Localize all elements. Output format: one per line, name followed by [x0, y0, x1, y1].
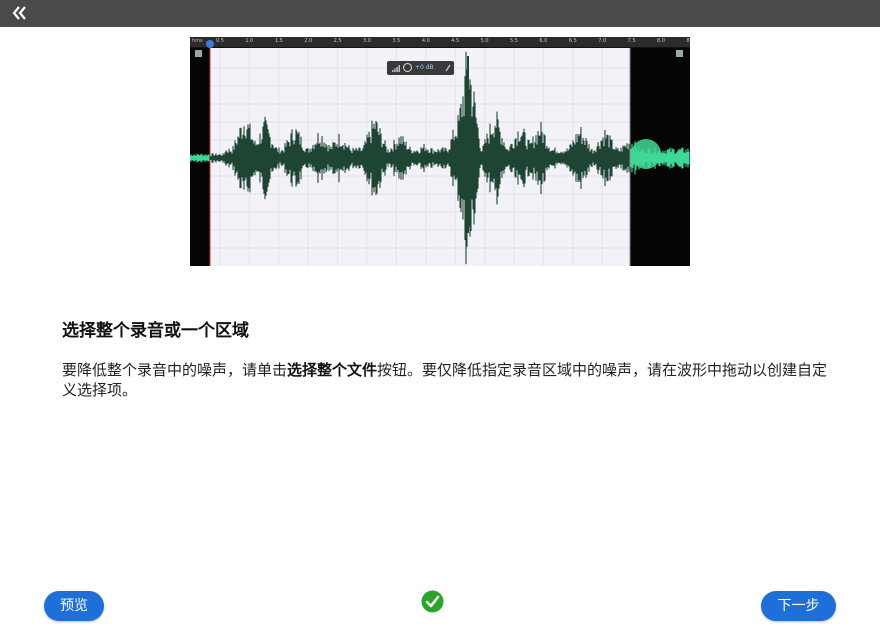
- volume-knob-icon[interactable]: [403, 63, 412, 72]
- ruler-tick-label: 6.5: [568, 38, 577, 44]
- playhead-marker[interactable]: [206, 40, 214, 48]
- waveform-graphic[interactable]: [190, 48, 690, 266]
- ruler-tick-label: 1.5: [274, 38, 283, 44]
- ruler-tick-label: 6.0: [539, 38, 548, 44]
- ruler-tick-label: 8.0: [657, 38, 665, 44]
- ruler-tick-label: 5.0: [480, 38, 489, 44]
- ruler-tick-label: 1.0: [245, 38, 254, 44]
- instruction-text: 要降低整个录音中的噪声，请单击选择整个文件按钮。要仅降低指定录音区域中的噪声，请…: [62, 360, 832, 400]
- ruler-tick-label: 3.5: [392, 38, 401, 44]
- ruler-tick-label: 0.5: [216, 38, 224, 44]
- instruction-text-part1: 要降低整个录音中的噪声，请单击: [62, 361, 288, 379]
- ruler-tick-label: 4.5: [451, 38, 460, 44]
- time-ruler: hms 0.5 1.0 1.5 2.0 2.5 3.0 3.5 4.0 4.5 5.0 5.5 6.0…: [190, 37, 690, 48]
- ruler-tick-label: 4.0: [421, 38, 430, 44]
- ruler-tick-label: 5.5: [510, 38, 518, 44]
- ruler-tick-label: 8.5: [686, 38, 690, 44]
- ruler-tick-label: 2.5: [333, 38, 342, 44]
- preview-button[interactable]: 预览: [44, 591, 104, 621]
- volume-hud[interactable]: +0 dB: [387, 61, 454, 75]
- level-meter-icon: [392, 65, 400, 72]
- ruler-tick-label: 7.0: [598, 38, 607, 44]
- page-title: 选择整个录音或一个区域: [62, 321, 249, 341]
- select-whole-file-emphasis: 选择整个文件: [287, 361, 378, 379]
- waveform-editor[interactable]: hms 0.5 1.0 1.5 2.0 2.5 3.0 3.5 4.0 4.5 5.0 5.5 6.0…: [190, 37, 690, 266]
- top-bar: [0, 0, 880, 27]
- ruler-tick-label: 2.0: [304, 38, 313, 44]
- check-circle-icon: [421, 590, 444, 613]
- ruler-unit-label: hms: [192, 38, 203, 44]
- ruler-tick-label: 7.5: [627, 38, 636, 44]
- volume-value: +0 dB: [415, 64, 434, 71]
- pin-icon[interactable]: [445, 64, 451, 72]
- double-chevron-left-icon[interactable]: [10, 3, 30, 23]
- next-step-button[interactable]: 下一步: [761, 591, 836, 621]
- ruler-tick-label: 3.0: [363, 38, 371, 44]
